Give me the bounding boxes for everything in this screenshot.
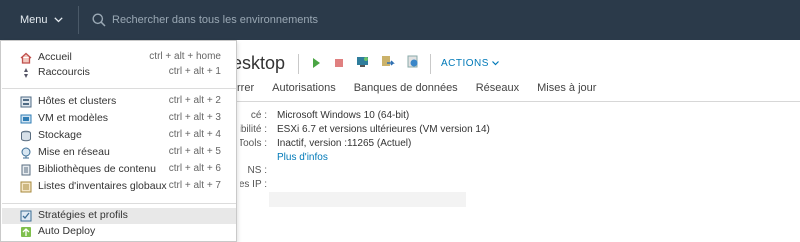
top-header: Menu (0, 0, 800, 40)
tab-autorisations[interactable]: Autorisations (263, 82, 345, 94)
menu-item-vm-modeles[interactable]: VM et modèles ctrl + alt + 3 (2, 111, 236, 127)
menu-item-raccourcis[interactable]: Raccourcis ctrl + alt + 1 (2, 65, 236, 81)
tab-reseaux[interactable]: Réseaux (467, 82, 528, 94)
home-icon (20, 52, 32, 64)
detail-label-os: cé : (250, 110, 267, 121)
menu-button[interactable]: Menu (20, 12, 63, 28)
header-divider (78, 6, 79, 34)
detail-compat-value: ESXi 6.7 et versions ultérieures (VM ver… (277, 124, 490, 135)
actions-divider (430, 54, 431, 74)
menu-divider (2, 88, 236, 89)
actions-label: ACTIONS (441, 58, 489, 69)
actions-button[interactable]: ACTIONS (441, 58, 499, 69)
detail-label-ip: es IP : (240, 179, 267, 190)
hosts-clusters-icon (20, 96, 32, 108)
menu-divider (2, 203, 236, 204)
chevron-down-icon (492, 61, 499, 66)
chevron-down-icon (53, 17, 63, 23)
detail-label-tools: e Tools : (240, 138, 267, 149)
global-search (92, 10, 412, 30)
menu-item-listes-inventaires[interactable]: Listes d'inventaires globaux ctrl + alt … (2, 179, 236, 195)
auto-deploy-icon (21, 227, 31, 237)
tab-banques-de-donnees[interactable]: Banques de données (345, 82, 467, 94)
menu-item-strategies-profils[interactable]: Stratégies et profils (2, 208, 236, 224)
launch-console-icon[interactable] (356, 55, 370, 74)
snapshot-icon[interactable] (406, 55, 420, 74)
vm-title: esktop (232, 53, 286, 73)
storage-icon (21, 130, 31, 142)
vm-tabs: rrer Autorisations Banques de données Ré… (228, 82, 605, 94)
tab-mises-a-jour[interactable]: Mises à jour (528, 82, 605, 94)
ip-address-field (269, 192, 466, 207)
power-off-icon[interactable] (333, 56, 345, 74)
details-labels: cé : tibilité : e Tools : NS : es IP : (240, 110, 267, 210)
menu-label: Menu (20, 14, 48, 26)
detail-label-dns: NS : (247, 165, 267, 176)
menu-item-mise-en-reseau[interactable]: Mise en réseau ctrl + alt + 5 (2, 145, 236, 161)
policies-profiles-icon (20, 210, 32, 222)
shortcuts-icon (24, 68, 28, 78)
menu-item-bibliotheques-contenu[interactable]: Bibliothèques de contenu ctrl + alt + 6 (2, 162, 236, 178)
networking-icon (21, 147, 31, 159)
migrate-icon[interactable] (381, 55, 395, 74)
detail-tools-value: Inactif, version :11265 (Actuel) (277, 138, 412, 149)
main-menu-dropdown: Accueil ctrl + alt + home Raccourcis ctr… (0, 40, 237, 242)
menu-item-accueil[interactable]: Accueil ctrl + alt + home (2, 50, 236, 66)
vm-toolbar (310, 55, 420, 74)
detail-os-value: Microsoft Windows 10 (64-bit) (277, 110, 410, 121)
menu-item-hotes-clusters[interactable]: Hôtes et clusters ctrl + alt + 2 (2, 94, 236, 110)
menu-item-stockage[interactable]: Stockage ctrl + alt + 4 (2, 128, 236, 144)
search-icon (92, 13, 106, 27)
global-inventory-icon (20, 181, 32, 193)
menu-item-auto-deploy[interactable]: Auto Deploy (2, 224, 236, 240)
tabs-underline (237, 101, 800, 102)
more-info-link[interactable]: Plus d'infos (277, 152, 328, 163)
search-input[interactable] (112, 14, 412, 26)
content-library-icon (21, 164, 31, 176)
vm-templates-icon (20, 114, 32, 124)
power-on-icon[interactable] (310, 56, 322, 74)
title-divider (298, 54, 299, 74)
detail-label-compat: tibilité : (240, 124, 267, 135)
